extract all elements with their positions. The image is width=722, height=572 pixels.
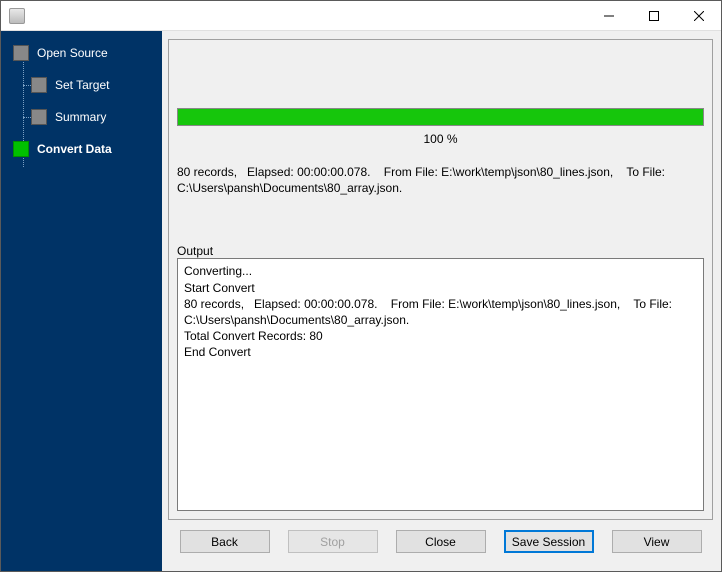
status-text: 80 records, Elapsed: 00:00:00.078. From …	[177, 164, 704, 196]
view-button[interactable]: View	[612, 530, 702, 553]
progress-fill	[178, 109, 703, 125]
sidebar: Open Source Set Target Summary Convert D…	[1, 31, 162, 571]
close-window-button[interactable]	[676, 1, 721, 30]
sidebar-item-label: Convert Data	[37, 142, 112, 156]
sidebar-item-label: Set Target	[55, 78, 109, 92]
output-textarea[interactable]: Converting... Start Convert 80 records, …	[177, 258, 704, 511]
app-icon	[9, 8, 25, 24]
titlebar	[1, 1, 721, 31]
progress-percent-label: 100 %	[177, 132, 704, 146]
step-box-icon	[13, 45, 29, 61]
save-session-button[interactable]: Save Session	[504, 530, 594, 553]
sidebar-item-summary[interactable]: Summary	[1, 105, 162, 129]
sidebar-item-label: Summary	[55, 110, 106, 124]
step-box-icon	[13, 141, 29, 157]
button-row: Back Stop Close Save Session View	[168, 520, 713, 563]
window-controls	[586, 1, 721, 30]
minimize-button[interactable]	[586, 1, 631, 30]
sidebar-item-convert-data[interactable]: Convert Data	[1, 137, 162, 161]
step-box-icon	[31, 77, 47, 93]
maximize-button[interactable]	[631, 1, 676, 30]
output-label: Output	[177, 244, 704, 258]
sidebar-item-open-source[interactable]: Open Source	[1, 41, 162, 65]
stop-button: Stop	[288, 530, 378, 553]
progress-bar	[177, 108, 704, 126]
convert-panel: 100 % 80 records, Elapsed: 00:00:00.078.…	[168, 39, 713, 520]
step-box-icon	[31, 109, 47, 125]
sidebar-item-set-target[interactable]: Set Target	[1, 73, 162, 97]
close-button[interactable]: Close	[396, 530, 486, 553]
main-area: Open Source Set Target Summary Convert D…	[1, 31, 721, 571]
back-button[interactable]: Back	[180, 530, 270, 553]
sidebar-item-label: Open Source	[37, 46, 108, 60]
progress-section: 100 %	[177, 108, 704, 146]
content-area: 100 % 80 records, Elapsed: 00:00:00.078.…	[162, 31, 721, 571]
